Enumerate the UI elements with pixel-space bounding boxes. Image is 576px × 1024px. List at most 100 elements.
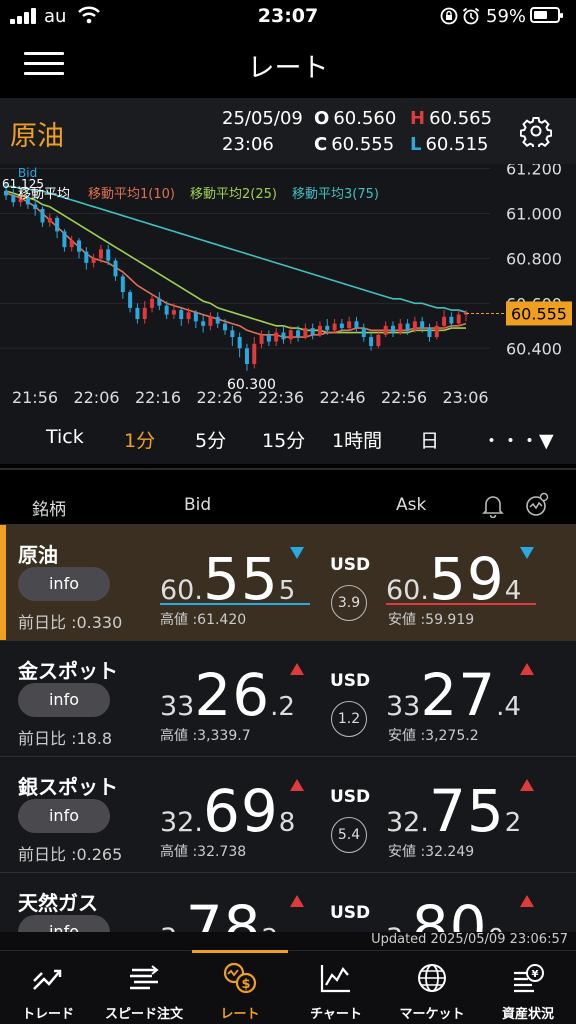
candle-body (456, 314, 461, 324)
timeframe-more[interactable]: ・・・▼ (482, 426, 554, 453)
ask-direction-icon (520, 779, 534, 791)
candle-body (405, 323, 410, 331)
candle-body (303, 328, 308, 338)
bid-price[interactable]: 3.782 (160, 893, 278, 932)
tab-assets[interactable]: ¥ 資産状況 (480, 951, 576, 1024)
info-button[interactable]: info (18, 799, 110, 833)
page-title: レート (247, 53, 329, 84)
high-value: 高値 :32.738 (160, 844, 247, 860)
candle-body (120, 276, 125, 293)
ask-price[interactable]: 32.752 (386, 777, 521, 845)
bid-price[interactable]: 3326.2 (160, 661, 295, 729)
candle-body (98, 249, 103, 259)
rate-row[interactable]: 天然ガス info 3.782 USD 3.800 (0, 872, 576, 932)
candle-body (449, 316, 454, 324)
ma10-line (5, 192, 467, 338)
timeframe-tick[interactable]: Tick (46, 426, 84, 448)
alert-settings-icon[interactable] (524, 492, 550, 518)
quote-time: 23:06 (222, 134, 274, 155)
candle-body (361, 328, 366, 338)
rate-row[interactable]: 金スポット info 前日比 :18.8 3326.2 高値 :3,339.7 … (0, 640, 576, 756)
spread-badge: 3.9 (331, 585, 367, 621)
gear-icon[interactable] (520, 115, 552, 147)
battery-icon (530, 7, 563, 23)
candle-body (244, 348, 249, 365)
column-ask: Ask (396, 495, 427, 515)
divider (0, 468, 576, 470)
candle-body (230, 330, 235, 338)
rate-row[interactable]: 銀スポット info 前日比 :0.265 32.698 高値 :32.738 … (0, 756, 576, 872)
candle-body (91, 258, 96, 263)
globe-icon (418, 964, 446, 992)
bid-underline (160, 603, 310, 605)
timeframe-5min[interactable]: 5分 (195, 426, 226, 453)
tab-rate[interactable]: $ レート (192, 950, 288, 1024)
bell-icon[interactable] (482, 494, 504, 518)
ask-price[interactable]: 3327.4 (386, 661, 521, 729)
candle-body (420, 321, 425, 329)
legend-entry: 移動平均1(10) (88, 187, 175, 202)
timeframe-1min[interactable]: 1分 (124, 426, 155, 453)
candle-body (223, 323, 228, 331)
candle-body (106, 249, 111, 261)
candle-body (40, 208, 45, 223)
chart-icon (320, 965, 350, 993)
candle-body (62, 231, 67, 248)
price-chart[interactable]: 61.20061.00060.80060.60060.40060.55560.3… (0, 159, 576, 464)
ask-price[interactable]: 60.594 (386, 545, 521, 613)
x-tick-label: 23:06 (442, 388, 488, 407)
candle-body (274, 332, 279, 342)
candle-body (164, 305, 169, 315)
candle-body (354, 321, 359, 329)
svg-text:¥: ¥ (532, 969, 539, 980)
instrument-header: 原油 25/05/09 23:06 O 60.560 C 60.555 H 60.56… (0, 98, 576, 164)
bid-price[interactable]: 32.698 (160, 777, 295, 845)
candle-body (390, 325, 395, 333)
candle-body (55, 217, 60, 232)
candle-body (33, 204, 38, 209)
low-value: L 60.515 (410, 134, 489, 155)
info-button[interactable]: info (18, 915, 110, 932)
tab-speed-order[interactable]: スピード注文 (96, 951, 192, 1024)
trade-icon (33, 969, 62, 990)
timeframe-1hour[interactable]: 1時間 (332, 426, 382, 453)
bid-price[interactable]: 60.555 (160, 545, 295, 613)
candle-body (259, 334, 264, 344)
ma25-line (5, 190, 466, 334)
instrument-name[interactable]: 原油 (10, 114, 64, 153)
tab-bar: トレード スピード注文 $ レート チャート マーケット ¥ 資産状況 (0, 950, 576, 1024)
candle-body (310, 328, 315, 335)
candle-body (252, 343, 257, 365)
candle-body (325, 325, 330, 331)
bid-direction-icon (290, 547, 304, 559)
bid-direction-icon (290, 663, 304, 675)
info-button[interactable]: info (18, 683, 110, 717)
battery-percent: 59% (486, 6, 527, 27)
candle-body (412, 321, 417, 331)
rate-row[interactable]: 原油 info 前日比 :0.330 60.555 高値 :61.420 USD… (0, 524, 576, 640)
currency-label: USD (330, 787, 371, 807)
tab-market[interactable]: マーケット (384, 951, 480, 1024)
instrument-name: 原油 (18, 543, 58, 567)
tab-chart[interactable]: チャート (288, 951, 384, 1024)
timeframe-day[interactable]: 日 (420, 426, 439, 453)
low-value: 安値 :32.249 (388, 844, 475, 860)
candle-body (442, 316, 447, 326)
y-tick-label: 61.200 (506, 164, 562, 178)
instrument-name: 金スポット (18, 659, 118, 683)
candlestick-chart[interactable]: 61.20061.00060.80060.60060.40060.55560.3… (0, 159, 576, 420)
candle-body (84, 251, 89, 263)
info-button[interactable]: info (18, 567, 110, 601)
candle-body (47, 217, 52, 223)
x-tick-label: 22:56 (381, 388, 427, 407)
rate-icon: $ (223, 962, 257, 994)
candle-body (179, 310, 184, 320)
spread-badge: 5.4 (331, 817, 367, 853)
ask-price[interactable]: 3.800 (386, 893, 504, 932)
tab-trade[interactable]: トレード (0, 951, 96, 1024)
candle-body (11, 195, 16, 203)
timeframe-15min[interactable]: 15分 (262, 426, 305, 453)
candle-body (113, 260, 118, 277)
spread-badge: 1.2 (331, 701, 367, 737)
instrument-name: 銀スポット (18, 775, 118, 799)
